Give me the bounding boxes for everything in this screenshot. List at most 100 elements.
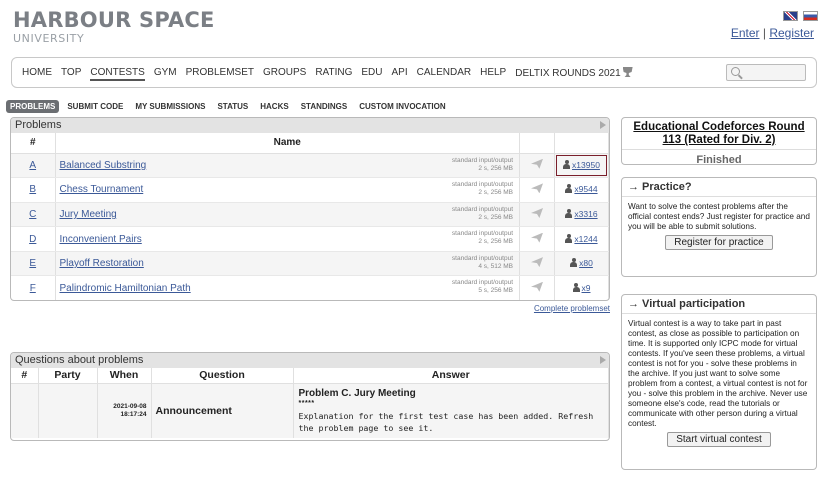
contest-status: Finished — [622, 149, 816, 164]
tab-custom-invocation[interactable]: CUSTOM INVOCATION — [355, 100, 449, 113]
problem-name-link[interactable]: Palindromic Hamiltonian Path — [60, 283, 191, 294]
column-header-answer: Answer — [293, 368, 609, 384]
column-header-name: Name — [55, 133, 520, 154]
solved-count-cell: x9544 — [554, 177, 609, 203]
problems-panel: Problems # Name A Balanced Substring stand… — [10, 117, 610, 301]
submit-cell — [519, 177, 555, 203]
menu-item-rating[interactable]: RATING — [315, 67, 352, 81]
problem-name-link[interactable]: Playoff Restoration — [60, 258, 144, 269]
virtual-heading: → Virtual participation — [622, 295, 816, 314]
enter-link[interactable]: Enter — [731, 26, 760, 40]
solved-count-link[interactable]: x80 — [579, 258, 593, 268]
question-when: 2021-09-08 18:17:24 — [97, 383, 152, 438]
virtual-body: Virtual contest is a way to take part in… — [622, 314, 816, 451]
menu-item-help[interactable]: HELP — [480, 67, 506, 81]
menu-item-contests[interactable]: CONTESTS — [90, 67, 145, 81]
solved-count-link[interactable]: x1244 — [574, 234, 597, 244]
problem-index-link[interactable]: E — [29, 258, 36, 269]
submit-icon[interactable] — [531, 257, 543, 268]
user-icon — [563, 159, 571, 169]
menu-item-label: GYM — [153, 67, 177, 78]
problem-io: standard input/output — [451, 205, 513, 213]
ru-flag-icon[interactable] — [803, 11, 818, 21]
problem-index-link[interactable]: F — [30, 283, 36, 294]
problem-index-cell: B — [11, 177, 56, 203]
register-link[interactable]: Register — [769, 26, 814, 40]
question-text: Announcement — [151, 383, 294, 438]
solved-count-link[interactable]: x3316 — [574, 209, 597, 219]
question-time: 18:17:24 — [120, 410, 147, 418]
practice-box: → Practice? Want to solve the contest pr… — [621, 177, 817, 277]
menu-item-groups[interactable]: GROUPS — [263, 67, 306, 81]
submit-icon[interactable] — [531, 183, 543, 194]
tab-problems[interactable]: PROBLEMS — [6, 100, 60, 113]
problems-table: # Name A Balanced Substring standard input… — [11, 133, 609, 300]
solved-count-link[interactable]: x9544 — [574, 184, 597, 194]
menu-item-label: API — [391, 67, 408, 78]
menu-item-gym[interactable]: GYM — [154, 67, 177, 81]
tab-hacks[interactable]: HACKS — [256, 100, 292, 113]
tab-submit-code[interactable]: SUBMIT CODE — [63, 100, 127, 113]
problem-name-cell: Palindromic Hamiltonian Path standard inp… — [55, 275, 520, 300]
register-practice-button[interactable]: Register for practice — [665, 235, 773, 250]
problem-name-cell: Jury Meeting standard input/output 2 s, 25… — [55, 202, 520, 228]
problem-limits: standard input/output 2 s, 256 MB — [452, 157, 513, 173]
complete-problemset-link[interactable]: Complete problemset — [534, 304, 610, 313]
start-virtual-contest-button[interactable]: Start virtual contest — [667, 432, 771, 447]
problem-name-link[interactable]: Jury Meeting — [60, 209, 117, 220]
submit-cell — [519, 275, 555, 300]
contest-info-box: Educational Codeforces Round 113 (Rated … — [621, 117, 817, 165]
problem-index-link[interactable]: D — [29, 234, 36, 245]
submit-icon[interactable] — [531, 207, 543, 218]
main-menu: HOME TOP CONTESTS GYM PROBLEMSET GROUPS RATING… — [11, 57, 817, 88]
search-input[interactable] — [726, 64, 806, 81]
problem-name-link[interactable]: Inconvenient Pairs — [60, 234, 142, 245]
problem-name-link[interactable]: Balanced Substring — [60, 160, 147, 171]
tab-status[interactable]: STATUS — [213, 100, 252, 113]
problem-name-link[interactable]: Chess Tournament — [60, 184, 144, 195]
menu-item-calendar[interactable]: CALENDAR — [417, 67, 471, 81]
collapse-arrow-icon[interactable] — [600, 121, 606, 129]
submit-icon[interactable] — [531, 232, 543, 243]
collapse-arrow-icon[interactable] — [600, 356, 606, 364]
column-header-when: When — [97, 368, 152, 384]
column-header-number: # — [11, 368, 39, 384]
problem-index-link[interactable]: A — [29, 160, 36, 171]
menu-item-deltix-rounds-2021[interactable]: DELTIX ROUNDS 2021 — [515, 67, 633, 81]
submit-icon[interactable] — [531, 281, 543, 292]
menu-item-api[interactable]: API — [392, 67, 408, 81]
auth-separator: | — [762, 26, 766, 40]
menu-item-top[interactable]: TOP — [61, 67, 81, 81]
problem-index-cell: E — [11, 251, 56, 277]
uk-flag-icon[interactable] — [783, 11, 798, 21]
contest-title-link[interactable]: Educational Codeforces Round 113 (Rated … — [622, 118, 816, 149]
solved-count-link[interactable]: x9 — [582, 283, 591, 293]
problem-io: standard input/output — [451, 181, 513, 189]
menu-item-label: CONTESTS — [90, 67, 145, 78]
practice-body: Want to solve the contest problems after… — [622, 197, 816, 254]
submit-cell — [519, 251, 555, 277]
questions-panel-title-text: Questions about problems — [15, 354, 144, 366]
tab-my-submissions[interactable]: MY SUBMISSIONS — [131, 100, 209, 113]
menu-item-label: DELTIX ROUNDS 2021 — [515, 68, 621, 79]
column-header-solved — [554, 133, 609, 154]
menu-item-label: EDU — [361, 67, 383, 78]
menu-item-problemset[interactable]: PROBLEMSET — [186, 67, 254, 81]
problem-io: standard input/output — [451, 230, 513, 238]
menu-item-home[interactable]: HOME — [22, 67, 52, 81]
questions-panel: Questions about problems # Party When Qu… — [10, 352, 610, 441]
submit-icon[interactable] — [531, 158, 543, 169]
menu-item-edu[interactable]: EDU — [361, 67, 382, 81]
virtual-text: Virtual contest is a way to take part in… — [628, 319, 808, 428]
tab-standings[interactable]: STANDINGS — [297, 100, 352, 113]
problem-index-link[interactable]: B — [29, 184, 36, 195]
problem-index-link[interactable]: C — [29, 209, 36, 220]
logo[interactable]: HARBOUR SPACE UNIVERSITY — [13, 8, 215, 45]
question-date: 2021-09-08 — [113, 402, 147, 410]
problem-time-memory: 5 s, 256 MB — [478, 287, 513, 295]
problem-row: B Chess Tournament standard input/output 2 … — [11, 177, 609, 203]
problem-row: D Inconvenient Pairs standard input/output… — [11, 226, 609, 252]
question-number — [11, 383, 39, 438]
solved-count-cell: x80 — [554, 251, 609, 277]
main-menu-items: HOME TOP CONTESTS GYM PROBLEMSET GROUPS RATING… — [22, 67, 642, 81]
